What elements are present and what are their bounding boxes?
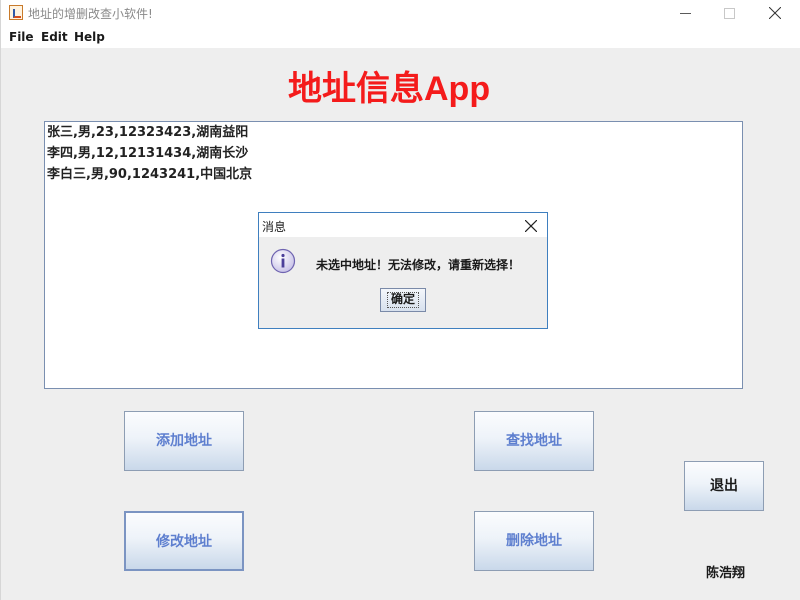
close-icon: [769, 7, 781, 19]
menu-bar: [1, 26, 800, 48]
message-dialog: 消息 未选中地址！无法修改，请重新选择！ 确定: [258, 212, 548, 329]
menu-edit[interactable]: Edit: [41, 30, 68, 44]
dialog-message: 未选中地址！无法修改，请重新选择！: [316, 258, 521, 272]
ok-button-label: 确定: [390, 292, 415, 306]
address-line[interactable]: 李白三,男,90,1243241,中国北京: [47, 167, 252, 183]
close-button[interactable]: [753, 0, 799, 26]
dialog-close-button[interactable]: [523, 218, 539, 234]
menu-file[interactable]: File: [9, 30, 34, 44]
java-cup-icon: [9, 5, 23, 20]
close-icon: [525, 220, 537, 232]
dialog-title-bar[interactable]: 消息: [259, 213, 547, 237]
info-icon: [270, 248, 296, 274]
delete-address-button[interactable]: 删除地址: [474, 511, 594, 571]
title-bar[interactable]: 地址的增删改查小软件!: [1, 0, 800, 26]
maximize-button[interactable]: [706, 0, 752, 26]
edit-address-button[interactable]: 修改地址: [124, 511, 244, 571]
menu-help[interactable]: Help: [74, 30, 105, 44]
main-window: 地址的增删改查小软件! File Edit Help 地址信息App 张三,男,…: [0, 0, 800, 600]
dialog-title: 消息: [262, 220, 287, 234]
ok-button[interactable]: 确定: [380, 288, 426, 312]
exit-button[interactable]: 退出: [684, 461, 764, 511]
window-title: 地址的增删改查小软件!: [28, 7, 153, 21]
address-line[interactable]: 李四,男,12,12131434,湖南长沙: [47, 146, 248, 162]
add-address-button[interactable]: 添加地址: [124, 411, 244, 471]
page-title: 地址信息App: [288, 70, 491, 108]
author-label: 陈浩翔: [706, 566, 746, 581]
find-address-button[interactable]: 查找地址: [474, 411, 594, 471]
minimize-button[interactable]: [663, 0, 709, 26]
address-line[interactable]: 张三,男,23,12323423,湖南益阳: [47, 125, 248, 141]
